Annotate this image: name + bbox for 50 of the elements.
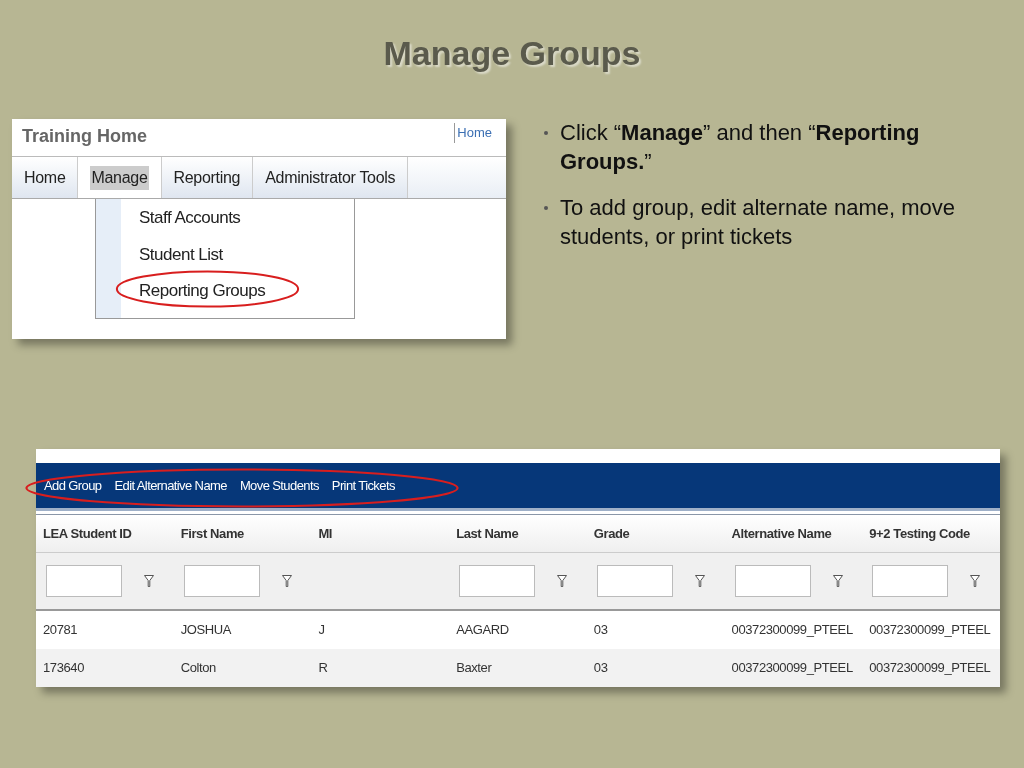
table-cell-text: 00372300099_PTEEL <box>868 621 992 640</box>
filter-icon[interactable] <box>281 575 292 587</box>
column-header[interactable]: MI <box>311 523 450 544</box>
filter-icon[interactable] <box>832 575 843 587</box>
column-header[interactable]: Last Name <box>449 523 587 544</box>
toolbar-link[interactable]: Edit Alternative Name <box>114 475 227 496</box>
menu-tab[interactable]: Reporting <box>161 157 254 198</box>
table-cell-text: Baxter <box>455 659 493 678</box>
menu-tab[interactable]: Home <box>12 157 79 198</box>
table-cell-text: 03 <box>592 621 609 640</box>
table-cell-text: 03 <box>592 659 609 678</box>
filter-field[interactable] <box>872 565 949 597</box>
table-cell-text: 00372300099_PTEEL <box>730 659 854 678</box>
table-cell-text: 173640 <box>42 659 85 678</box>
column-header[interactable]: LEA Student ID <box>36 523 174 544</box>
filter-field[interactable] <box>46 565 122 597</box>
filter-icon[interactable] <box>557 575 568 587</box>
table-cell-text: 20781 <box>42 621 79 640</box>
column-header[interactable]: First Name <box>173 523 312 544</box>
column-header[interactable]: 9+2 Testing Code <box>862 523 1000 544</box>
filter-field[interactable] <box>459 565 536 597</box>
table-cell-text: R <box>317 659 329 678</box>
toolbar-link[interactable]: Move Students <box>239 475 319 496</box>
dropdown-item[interactable]: Staff Accounts <box>139 208 241 227</box>
filter-field[interactable] <box>734 565 811 597</box>
toolbar-link[interactable]: Print Tickets <box>331 475 395 496</box>
table-cell-text: J <box>317 621 326 640</box>
table-cell-text: AAGARD <box>455 621 510 640</box>
dropdown-item[interactable]: Student List <box>139 244 223 264</box>
column-header[interactable]: Grade <box>586 523 725 544</box>
filter-icon[interactable] <box>970 575 981 587</box>
column-header[interactable]: Alternative Name <box>724 523 863 544</box>
table-cell-text: JOSHUA <box>179 621 233 640</box>
filter-field[interactable] <box>183 565 260 597</box>
table-cell-text: Colton <box>179 659 217 678</box>
filter-icon[interactable] <box>694 575 705 587</box>
home-link[interactable]: Home <box>454 123 492 143</box>
filter-icon[interactable] <box>144 575 154 587</box>
table-cell-text: 00372300099_PTEEL <box>868 659 992 678</box>
site-title: Training Home <box>22 125 147 148</box>
menu-tab[interactable]: Administrator Tools <box>253 157 409 198</box>
menu-tab[interactable]: Manage <box>78 157 162 198</box>
toolbar-link[interactable]: Add Group <box>44 475 102 496</box>
bullet-icon <box>544 206 548 211</box>
filter-field[interactable] <box>596 565 673 597</box>
bullet-text: To add group, edit alternate name, move students, or print tickets <box>560 194 957 251</box>
bullet-icon <box>544 131 548 135</box>
table-cell-text: 00372300099_PTEEL <box>730 621 854 640</box>
slide-title: Manage Groups <box>383 33 641 74</box>
bullet-text: Click “Manage” and then “Reporting Groups.” <box>560 119 921 176</box>
